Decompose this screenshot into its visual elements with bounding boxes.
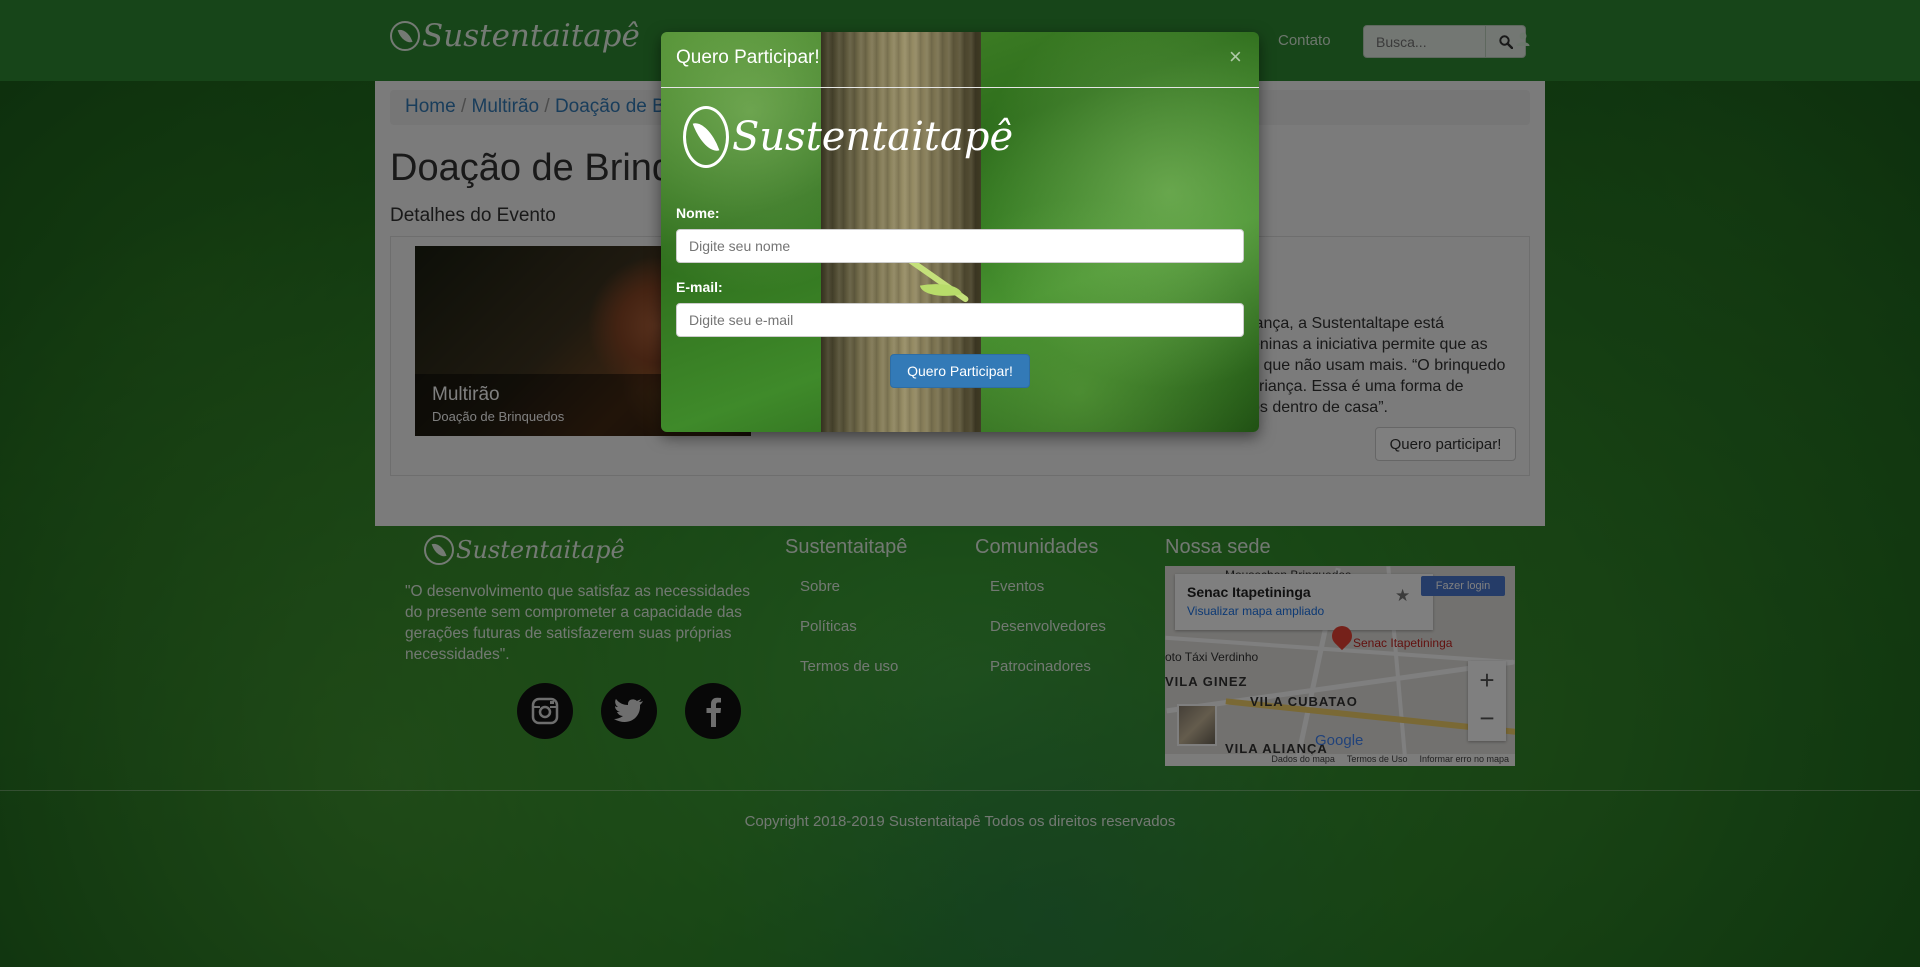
modal-title: Quero Participar! xyxy=(676,47,820,68)
submit-participate-button[interactable]: Quero Participar! xyxy=(890,354,1030,388)
leaf-logo-icon xyxy=(683,106,729,168)
name-label: Nome: xyxy=(676,205,720,221)
close-icon[interactable]: × xyxy=(1229,44,1242,70)
email-label: E-mail: xyxy=(676,279,723,295)
email-input[interactable] xyxy=(676,303,1244,337)
modal-logo: Sustentaitapê xyxy=(683,106,1013,168)
participate-modal: Quero Participar! × Sustentaitapê Nome: … xyxy=(661,32,1259,432)
modal-brand-name: Sustentaitapê xyxy=(732,114,1014,160)
name-input[interactable] xyxy=(676,229,1244,263)
modal-divider xyxy=(661,87,1259,88)
